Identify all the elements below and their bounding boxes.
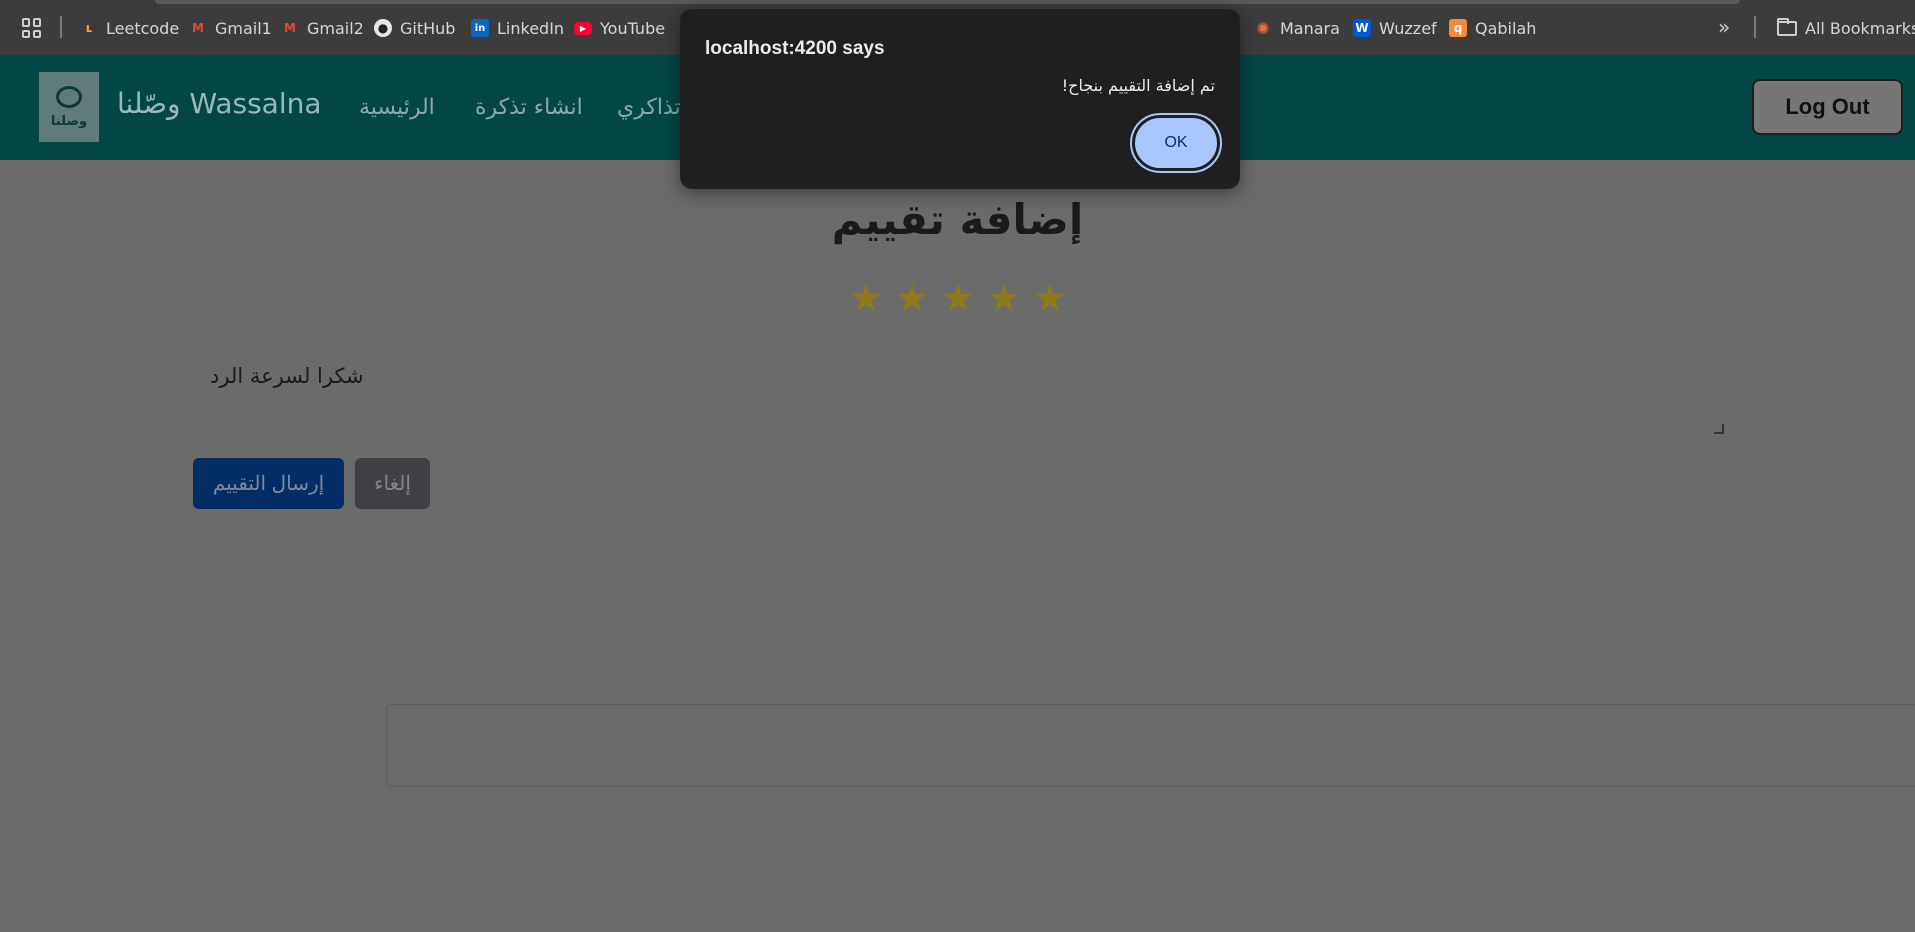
bookmark-separator — [1754, 16, 1756, 38]
bookmark-label: Qabilah — [1475, 18, 1537, 38]
apps-grid-icon[interactable] — [22, 18, 42, 38]
chat-headset-icon — [56, 85, 82, 108]
comment-field[interactable] — [193, 352, 1915, 787]
submit-rating-button[interactable]: إرسال التقييم — [193, 458, 344, 509]
page-title: إضافة تقييم — [831, 195, 1084, 244]
star-5[interactable]: ★ — [1032, 276, 1068, 320]
star-1[interactable]: ★ — [848, 276, 884, 320]
bookmark-gmail1[interactable]: M Gmail1 — [189, 17, 272, 39]
bookmark-label: YouTube — [600, 18, 666, 38]
logo-text: وصلنا — [50, 113, 88, 129]
cancel-button[interactable]: إلغاء — [355, 458, 430, 509]
bookmark-label: GitHub — [400, 18, 456, 38]
alert-dialog: localhost:4200 says تم إضافة التقييم بنج… — [680, 9, 1240, 189]
bookmark-label: Wuzzef — [1379, 18, 1437, 38]
bookmark-leetcode[interactable]: ʟ Leetcode — [80, 17, 179, 39]
nav-link-create-ticket[interactable]: انشاء تذكرة — [475, 95, 583, 120]
linkedin-icon: in — [471, 19, 489, 37]
bookmark-qabilah[interactable]: q Qabilah — [1449, 17, 1536, 39]
brand-name[interactable]: وصّلنا Wassalna — [117, 87, 322, 120]
comment-textarea[interactable] — [386, 704, 1915, 787]
nav-link-my-tickets[interactable]: تذاكري — [617, 95, 681, 120]
manara-icon: ✺ — [1256, 18, 1270, 38]
bookmark-separator — [60, 16, 62, 38]
dialog-message: تم إضافة التقييم بنجاح! — [1061, 76, 1215, 95]
comment-value: شكرا لسرعة الرد — [210, 364, 364, 388]
all-bookmarks-label: All Bookmarks — [1805, 18, 1915, 38]
qabilah-icon: q — [1449, 19, 1467, 37]
bookmark-manara[interactable]: ✺ Manara — [1254, 17, 1340, 39]
bookmark-label: Manara — [1280, 18, 1340, 38]
star-rating[interactable]: ★ ★ ★ ★ ★ — [0, 276, 1915, 320]
folder-icon — [1777, 17, 1797, 36]
logout-button[interactable]: Log Out — [1752, 79, 1903, 135]
bookmark-label: Gmail2 — [307, 18, 364, 38]
star-3[interactable]: ★ — [940, 276, 976, 320]
star-4[interactable]: ★ — [986, 276, 1022, 320]
nav-link-home[interactable]: الرئيسية — [359, 95, 435, 120]
star-2[interactable]: ★ — [894, 276, 930, 320]
wuzzef-icon: W — [1353, 19, 1371, 37]
tab-strip-edge — [155, 0, 1740, 4]
resize-handle-icon[interactable] — [1714, 424, 1724, 434]
bookmark-label: Gmail1 — [215, 18, 272, 38]
youtube-icon: ▶ — [574, 21, 592, 35]
all-bookmarks-button[interactable]: All Bookmarks — [1777, 17, 1915, 39]
leetcode-icon: ʟ — [85, 21, 93, 35]
app-logo[interactable]: وصلنا — [39, 72, 99, 142]
github-icon: ● — [374, 19, 392, 37]
bookmark-label: Leetcode — [106, 18, 180, 38]
bookmark-youtube[interactable]: ▶ YouTube — [574, 17, 665, 39]
gmail-icon: M — [192, 21, 204, 35]
bookmark-gmail2[interactable]: M Gmail2 — [281, 17, 364, 39]
dialog-title: localhost:4200 says — [705, 38, 885, 59]
bookmarks-overflow-icon[interactable]: » — [1718, 15, 1730, 39]
bookmark-wuzzef[interactable]: W Wuzzef — [1353, 17, 1437, 39]
bookmark-linkedin[interactable]: in LinkedIn — [471, 17, 564, 39]
ok-button[interactable]: OK — [1130, 113, 1222, 173]
bookmark-github[interactable]: ● GitHub — [374, 17, 455, 39]
gmail-icon: M — [284, 21, 296, 35]
bookmark-label: LinkedIn — [497, 18, 565, 38]
